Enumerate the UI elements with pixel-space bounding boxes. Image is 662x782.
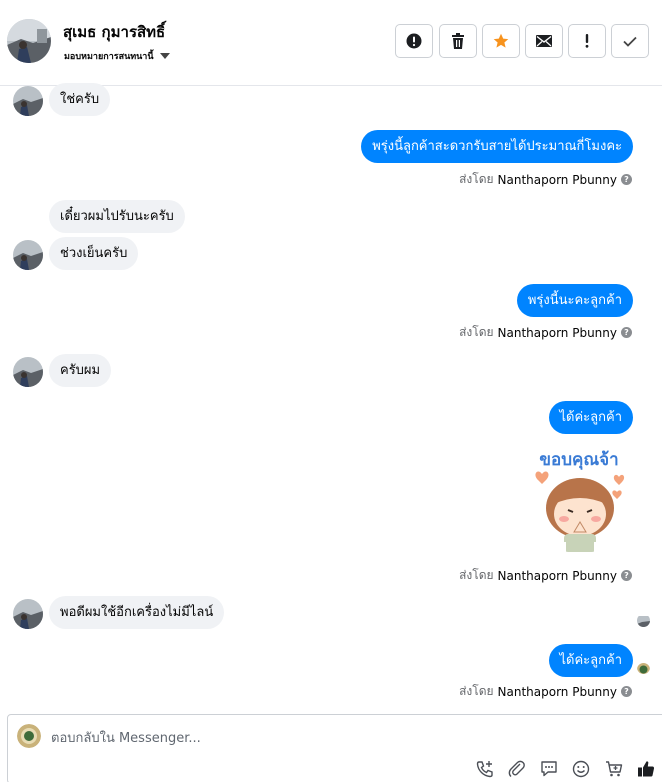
outgoing-message[interactable]: ได้ค่ะลูกค้า (548, 401, 633, 434)
chat-bubble-icon (541, 761, 557, 777)
caret-down-icon (159, 53, 170, 59)
contact-name[interactable]: สุเมธ กุมารสิทธิ์ (63, 20, 165, 44)
sent-by-prefix: ส่งโดย (459, 325, 494, 339)
attach-button[interactable] (506, 758, 528, 780)
incoming-message[interactable]: ช่วงเย็นครับ (49, 237, 139, 270)
alert-circle-icon (406, 33, 422, 49)
help-icon[interactable]: ? (621, 174, 632, 185)
paperclip-icon (508, 760, 525, 778)
contact-avatar-small (13, 240, 43, 270)
envelope-icon (536, 35, 552, 47)
mark-spam-button[interactable] (395, 24, 433, 58)
mark-unread-button[interactable] (525, 24, 563, 58)
sent-by-label: ส่งโดย Nanthaporn Pbunny ? (459, 170, 632, 189)
trash-icon (452, 33, 464, 49)
contact-avatar-small (13, 599, 43, 629)
smiley-icon (572, 760, 590, 778)
sent-by-label: ส่งโดย Nanthaporn Pbunny ? (459, 323, 632, 342)
mark-done-button[interactable] (611, 24, 649, 58)
contact-seen-avatar (637, 614, 650, 627)
conversation-header: สุเมธ กุมารสิทธิ์ มอบหมายการสนทนานี้ (0, 0, 662, 86)
sent-by-label: ส่งโดย Nanthaporn Pbunny ? (459, 566, 632, 585)
checkmark-icon (623, 36, 637, 47)
thumbs-up-icon (638, 761, 655, 777)
sent-by-prefix: ส่งโดย (459, 684, 494, 698)
assign-conversation-dropdown[interactable]: มอบหมายการสนทนานี้ (64, 49, 170, 63)
phone-plus-icon (476, 761, 493, 778)
cart-plus-icon (606, 761, 623, 777)
star-button[interactable] (482, 24, 520, 58)
incoming-message[interactable]: ครับผม (49, 354, 112, 387)
sent-by-label: ส่งโดย Nanthaporn Pbunny ? (459, 682, 632, 701)
delete-button[interactable] (439, 24, 477, 58)
incoming-message[interactable]: ใช่ครับ (49, 83, 111, 116)
page-seen-avatar (637, 661, 650, 674)
incoming-message[interactable]: พอดีผมใช้อีกเครื่องไม่มีไลน์ (49, 596, 225, 629)
sender-name: Nanthaporn Pbunny (497, 684, 617, 699)
sender-name: Nanthaporn Pbunny (497, 172, 617, 187)
sender-name: Nanthaporn Pbunny (497, 325, 617, 340)
exclamation-icon (585, 34, 589, 48)
reply-input[interactable] (51, 728, 611, 748)
emoji-button[interactable] (570, 758, 592, 780)
contact-avatar-small (13, 86, 43, 116)
saved-replies-button[interactable] (538, 758, 560, 780)
help-icon[interactable]: ? (621, 686, 632, 697)
help-icon[interactable]: ? (621, 570, 632, 581)
like-button[interactable] (635, 758, 657, 780)
outgoing-message[interactable]: พรุ่งนี้นะคะลูกค้า (516, 284, 633, 317)
assign-label: มอบหมายการสนทนานี้ (64, 52, 154, 62)
follow-up-button[interactable] (568, 24, 606, 58)
call-add-button[interactable] (474, 758, 496, 780)
reply-composer (7, 714, 662, 782)
outgoing-message[interactable]: ได้ค่ะลูกค้า (548, 644, 633, 677)
help-icon[interactable]: ? (621, 327, 632, 338)
sender-name: Nanthaporn Pbunny (497, 568, 617, 583)
contact-avatar[interactable] (7, 19, 51, 63)
outgoing-message[interactable]: พรุ่งนี้ลูกค้าสะดวกรับสายได้ประมาณกี่โมง… (361, 130, 633, 163)
sticker-caption: ขอบคุณจ้า (539, 450, 619, 470)
sent-by-prefix: ส่งโดย (459, 172, 494, 186)
page-avatar (17, 724, 41, 748)
incoming-message[interactable]: เดี๋ยวผมไปรับนะครับ (49, 200, 185, 233)
star-icon (493, 33, 509, 48)
sent-by-prefix: ส่งโดย (459, 568, 494, 582)
contact-avatar-small (13, 357, 43, 387)
sticker-thank-you[interactable]: ขอบคุณจ้า (524, 446, 634, 556)
add-to-cart-button[interactable] (603, 758, 625, 780)
